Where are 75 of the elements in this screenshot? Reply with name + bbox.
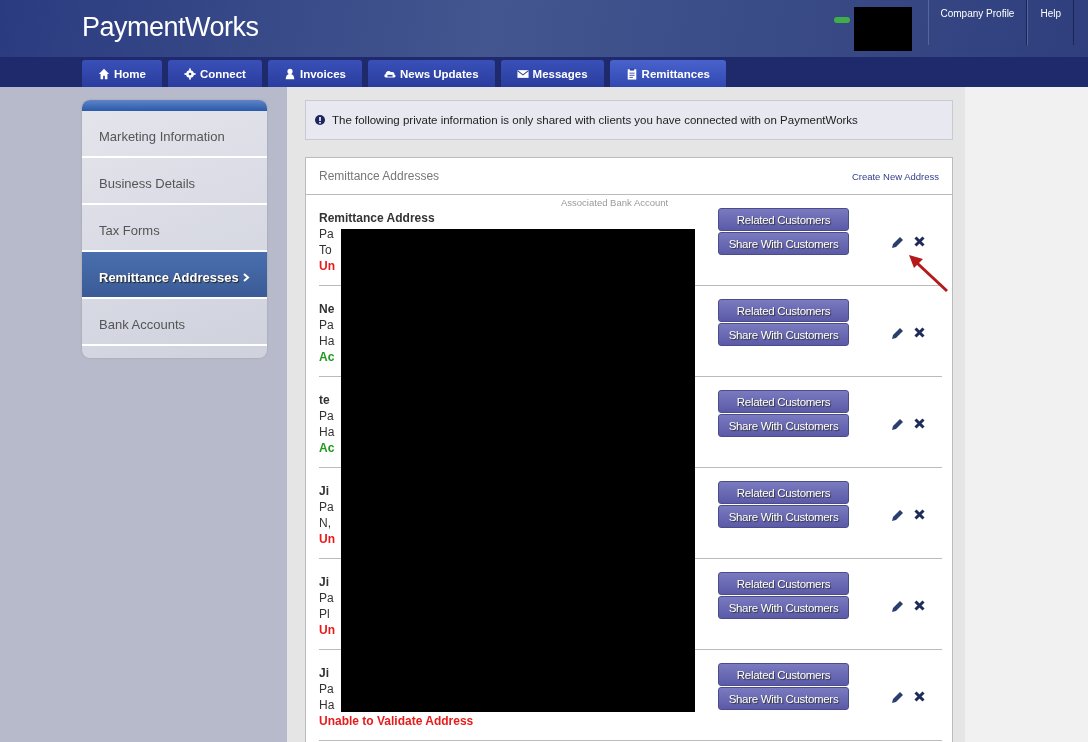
- create-address-link[interactable]: Create New Address: [851, 170, 939, 182]
- customers-button[interactable]: Share With Customers: [718, 323, 849, 346]
- info-icon: [315, 115, 325, 125]
- status-indicator-icon: [833, 17, 850, 23]
- address-title: Ji: [319, 574, 330, 590]
- address-title: te: [319, 392, 331, 408]
- card-title: Remittance Addresses: [319, 169, 440, 183]
- address-line: Pa: [319, 499, 335, 515]
- address-title: Ji: [319, 665, 330, 681]
- close-icon[interactable]: [914, 418, 925, 429]
- customers-button[interactable]: Related Customers: [718, 299, 849, 322]
- nav-tab[interactable]: News Updates: [368, 60, 495, 87]
- customers-button[interactable]: Share With Customers: [718, 596, 849, 619]
- validation-status: Ac: [319, 440, 336, 456]
- nav-tab[interactable]: Messages: [500, 60, 604, 87]
- customers-button[interactable]: Related Customers: [718, 208, 849, 231]
- sidebar-item[interactable]: Remittance Addresses: [82, 252, 267, 299]
- nav-tab[interactable]: Invoices: [267, 60, 362, 87]
- pencil-icon[interactable]: [891, 327, 904, 340]
- customers-button[interactable]: Related Customers: [718, 572, 849, 595]
- address-line: To: [319, 242, 333, 258]
- pencil-icon[interactable]: [891, 418, 904, 431]
- logo: PaymentWorks: [82, 11, 259, 44]
- validation-status: Unable to Validate Address: [319, 713, 475, 729]
- customers-button[interactable]: Share With Customers: [718, 232, 849, 255]
- close-icon[interactable]: [914, 509, 925, 520]
- address-line: Ha: [319, 333, 336, 349]
- pencil-icon[interactable]: [891, 236, 904, 249]
- redaction-block: [853, 7, 912, 51]
- customers-button[interactable]: Share With Customers: [718, 505, 849, 528]
- address-title: Ji: [319, 483, 330, 499]
- validation-status: Un: [319, 622, 336, 638]
- chevron-icon: [243, 273, 250, 282]
- clipboard-icon: [625, 67, 638, 80]
- address-line: Pa: [319, 681, 335, 697]
- address-line: Pl: [319, 606, 331, 622]
- address-line: Pa: [319, 317, 335, 333]
- home-icon: [98, 67, 110, 80]
- nav-tab[interactable]: Home: [82, 60, 162, 87]
- close-icon[interactable]: [914, 327, 925, 338]
- pencil-icon[interactable]: [891, 691, 904, 704]
- bank-account-label: Associated Bank Account: [561, 196, 669, 208]
- customers-button[interactable]: Related Customers: [718, 390, 849, 413]
- address-line: Pa: [319, 226, 335, 242]
- envelope-icon: [516, 67, 529, 80]
- customers-button[interactable]: Related Customers: [718, 481, 849, 504]
- address-line: Ha: [319, 697, 336, 713]
- gear-icon: [183, 67, 196, 80]
- arrow-annotation: [907, 253, 949, 293]
- address-line: Pa: [319, 408, 335, 424]
- customers-button[interactable]: Share With Customers: [718, 414, 849, 437]
- nav-tab[interactable]: Connect: [167, 60, 262, 87]
- address-line: N,: [319, 515, 332, 531]
- sidebar-item[interactable]: Business Details: [82, 158, 267, 205]
- customers-button[interactable]: Share With Customers: [718, 687, 849, 710]
- validation-status: Un: [319, 531, 336, 547]
- close-icon[interactable]: [914, 236, 925, 247]
- sidebar-item[interactable]: Marketing Information: [82, 111, 267, 158]
- address-title: Ne: [319, 301, 336, 317]
- sidebar-item[interactable]: Bank Accounts: [82, 299, 267, 346]
- nav-tab[interactable]: Remittances: [609, 60, 726, 87]
- header-link[interactable]: Company Profile: [927, 0, 1028, 45]
- validation-status: Ac: [319, 349, 336, 365]
- person-icon: [283, 67, 296, 80]
- pencil-icon[interactable]: [891, 600, 904, 613]
- pencil-icon[interactable]: [891, 509, 904, 522]
- close-icon[interactable]: [914, 600, 925, 611]
- validation-status: Un: [319, 258, 336, 274]
- close-icon[interactable]: [914, 691, 925, 702]
- notice-text: The following private information is only shared with clients you have connected with on PaymentWorks: [332, 114, 858, 126]
- address-line: Pa: [319, 590, 335, 606]
- address-title: Remittance Address: [319, 210, 436, 226]
- address-line: Ha: [319, 424, 336, 440]
- header-link[interactable]: Help: [1027, 0, 1074, 45]
- customers-button[interactable]: Related Customers: [718, 663, 849, 686]
